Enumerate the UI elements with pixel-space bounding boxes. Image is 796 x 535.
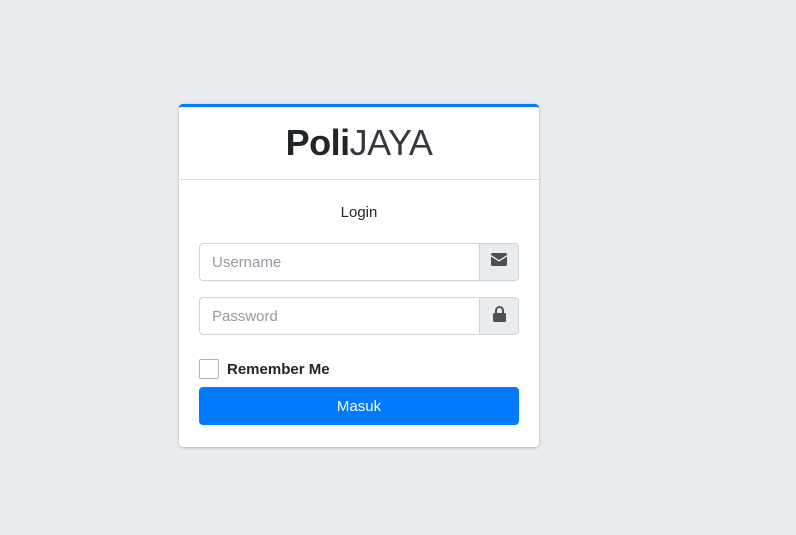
lock-icon: [492, 305, 506, 327]
brand-bold-text: Poli: [285, 122, 351, 163]
password-group: [199, 297, 519, 335]
submit-button[interactable]: Masuk: [199, 387, 519, 425]
username-input[interactable]: [199, 243, 479, 281]
login-card: PoliJAYA Login Username Remember Me Masu…: [179, 104, 539, 447]
password-addon: [479, 297, 519, 335]
username-group: [199, 243, 519, 281]
brand-logo[interactable]: PoliJAYA: [286, 125, 433, 161]
brand-light-text: JAYA: [349, 122, 433, 163]
login-box-message: Login: [340, 204, 378, 221]
card-header: PoliJAYA: [179, 107, 539, 180]
remember-checkbox[interactable]: [199, 359, 219, 379]
username-addon: [479, 243, 519, 281]
password-input[interactable]: [199, 297, 479, 335]
envelope-icon: [491, 253, 507, 271]
remember-row: Remember Me: [199, 357, 519, 381]
remember-label[interactable]: Remember Me: [227, 361, 330, 378]
card-body: Login Username Remember Me Masuk: [179, 180, 539, 425]
